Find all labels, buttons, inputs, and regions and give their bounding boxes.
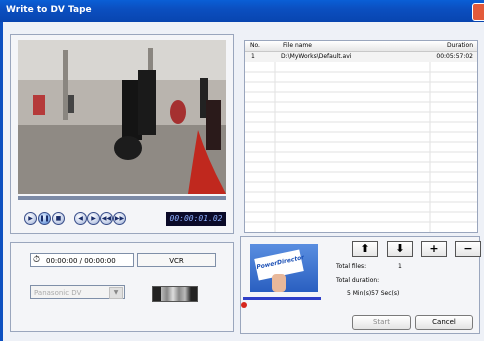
device-select-value: Panasonic DV bbox=[34, 289, 82, 297]
thumbnail-hand bbox=[272, 274, 286, 292]
mode-field: VCR bbox=[137, 253, 216, 267]
close-button[interactable] bbox=[472, 3, 484, 21]
cell-no: 1 bbox=[251, 53, 255, 60]
start-button[interactable]: Start bbox=[352, 315, 411, 330]
rewind-button[interactable]: ◀◀ bbox=[100, 212, 113, 225]
cancel-label: Cancel bbox=[432, 318, 456, 326]
duration-field: ⏱ 00:00:00 / 00:00:00 bbox=[30, 253, 134, 267]
minus-icon: − bbox=[463, 242, 473, 255]
device-select[interactable]: Panasonic DV ▼ bbox=[30, 285, 125, 299]
col-header-no[interactable]: No. bbox=[250, 41, 260, 51]
arrow-down-icon: ⬇ bbox=[395, 242, 405, 255]
pause-button[interactable]: ❚❚ bbox=[38, 212, 51, 225]
arrow-up-icon: ⬆ bbox=[360, 242, 370, 255]
video-preview bbox=[18, 40, 226, 194]
next-frame-button[interactable]: ▶ bbox=[87, 212, 100, 225]
title-bar: Write to DV Tape bbox=[0, 0, 484, 22]
project-thumbnail: PowerDirector bbox=[250, 244, 318, 292]
window-title: Write to DV Tape bbox=[6, 5, 92, 15]
table-header: No. File name Duration bbox=[245, 41, 477, 52]
stop-button[interactable]: ■ bbox=[52, 212, 65, 225]
seek-bar[interactable] bbox=[18, 196, 226, 200]
play-button[interactable]: ▶ bbox=[24, 212, 37, 225]
total-duration-label: Total duration: bbox=[336, 277, 380, 284]
cell-file-name: D:\MyWorks\Default.avi bbox=[281, 53, 352, 60]
previous-frame-button[interactable]: ◀ bbox=[74, 212, 87, 225]
video-frame-image bbox=[18, 40, 226, 194]
total-duration-value: 5 Min(s)57 Sec(s) bbox=[347, 290, 400, 297]
progress-bar bbox=[243, 297, 321, 300]
chevron-down-icon[interactable]: ▼ bbox=[109, 287, 123, 299]
file-table[interactable]: No. File name Duration 1 D:\MyWorks\Defa… bbox=[244, 40, 478, 233]
warning-icon bbox=[241, 302, 247, 308]
time-readout: 00:00:01.02 bbox=[166, 212, 226, 226]
stopwatch-icon: ⏱ bbox=[33, 255, 41, 265]
table-row[interactable]: 1 D:\MyWorks\Default.avi 00:05:57:02 bbox=[245, 52, 477, 62]
move-up-button[interactable]: ⬆ bbox=[352, 241, 378, 257]
remove-button[interactable]: − bbox=[455, 241, 481, 257]
col-header-duration[interactable]: Duration bbox=[447, 41, 473, 51]
table-grid bbox=[245, 62, 477, 232]
add-button[interactable]: + bbox=[421, 241, 447, 257]
total-files-value: 1 bbox=[398, 263, 402, 270]
col-header-file-name[interactable]: File name bbox=[283, 41, 312, 51]
total-files-label: Total files: bbox=[336, 263, 367, 270]
fast-forward-button[interactable]: ▶▶ bbox=[113, 212, 126, 225]
start-label: Start bbox=[372, 318, 391, 326]
cell-duration: 00:05:57:02 bbox=[436, 53, 473, 60]
plus-icon: + bbox=[429, 242, 439, 255]
cancel-button[interactable]: Cancel bbox=[415, 315, 473, 330]
move-down-button[interactable]: ⬇ bbox=[387, 241, 413, 257]
mode-label: VCR bbox=[169, 257, 184, 265]
tape-control-button[interactable] bbox=[152, 286, 198, 302]
duration-text: 00:00:00 / 00:00:00 bbox=[46, 257, 116, 265]
